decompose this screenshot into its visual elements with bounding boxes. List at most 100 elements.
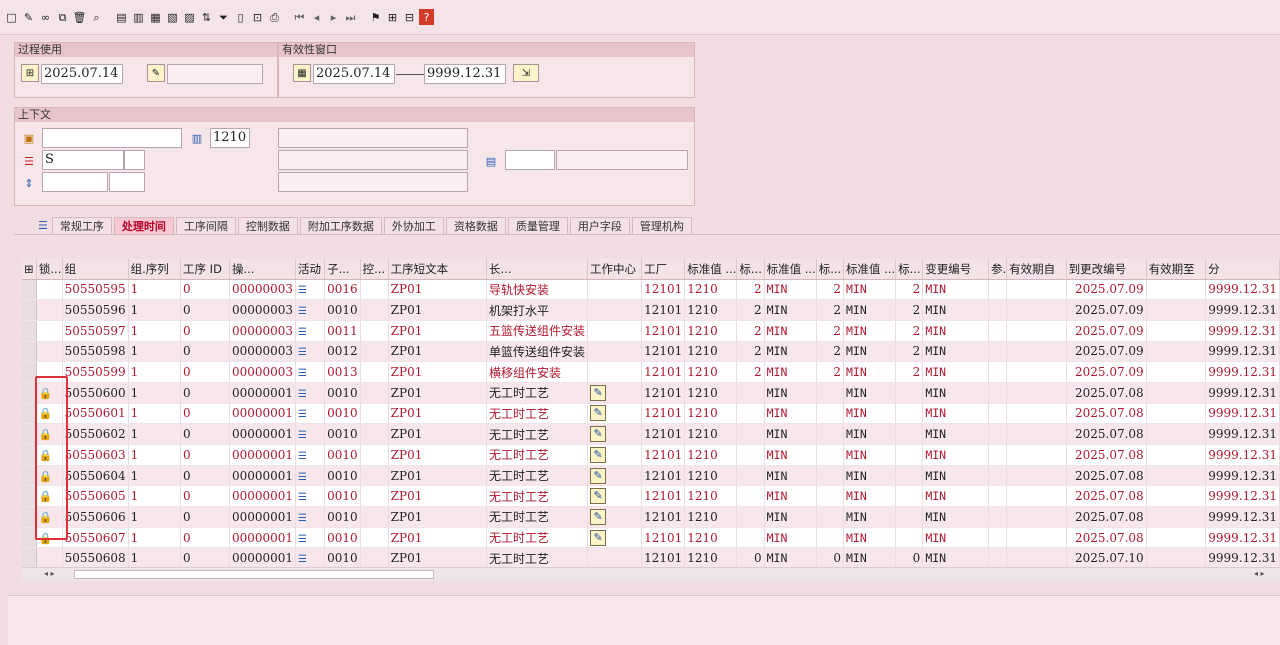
table-row[interactable]: 50550598 1 0 00000003 ☰ 0012 ZP01 单篮传送组件安装 12101…	[22, 341, 1280, 363]
tab-7[interactable]: 质量管理	[507, 217, 568, 235]
process-extra-field[interactable]	[167, 64, 263, 84]
table-row[interactable]: 🔒 50550605 1 0 00000001 ☰ 0010 ZP01 无工时工艺 ✎ 12101 1…	[22, 485, 1280, 508]
edit-long-text-icon[interactable]: ✎	[590, 426, 607, 443]
pick1-icon[interactable]: ▤	[114, 9, 129, 25]
pick3-icon[interactable]: ▦	[148, 9, 163, 25]
edit-long-text-icon[interactable]: ✎	[590, 488, 607, 505]
column-header-19[interactable]: 参.	[988, 259, 1008, 280]
edit-long-text-icon[interactable]: ✎	[590, 529, 607, 546]
tab-menu-icon[interactable]: ☰	[36, 217, 50, 235]
scroll-left-right-icon[interactable]: ◂ ▸	[44, 569, 55, 578]
table-row[interactable]: 50550599 1 0 00000003 ☰ 0013 ZP01 横移组件安装 12101 12…	[22, 361, 1280, 383]
row-selector[interactable]	[22, 279, 37, 301]
select-all-icon[interactable]: ⊞	[22, 259, 37, 280]
tab-8[interactable]: 用户字段	[569, 217, 630, 235]
long-text-cell[interactable]	[587, 547, 643, 570]
lock-cell[interactable]	[36, 279, 63, 301]
pick2-icon[interactable]: ▥	[131, 9, 146, 25]
edit-long-text-icon[interactable]: ✎	[590, 508, 607, 525]
new-document-icon[interactable]: □	[4, 9, 19, 25]
tab-4[interactable]: 附加工序数据	[299, 217, 382, 235]
print-icon[interactable]: ⎙	[267, 9, 282, 25]
copy-icon[interactable]: ⧉	[55, 9, 70, 25]
row-selector[interactable]	[22, 341, 37, 363]
table-row[interactable]: 🔒 50550601 1 0 00000001 ☰ 0010 ZP01 无工时工艺 ✎ 12101 1…	[22, 403, 1280, 425]
last-icon[interactable]: ⏭	[343, 9, 358, 25]
find-icon[interactable]: ⌕	[89, 9, 104, 25]
long-text-cell[interactable]	[587, 299, 643, 321]
delete-icon[interactable]: 🗑	[72, 9, 87, 25]
context-plant-field[interactable]: 1210	[210, 128, 250, 148]
edit-long-text-icon[interactable]: ✎	[590, 446, 607, 463]
long-text-cell[interactable]	[587, 320, 643, 342]
display-icon[interactable]: ⊟	[402, 9, 417, 25]
column-header-17[interactable]: 标...	[895, 259, 924, 280]
long-text-cell[interactable]	[587, 279, 643, 301]
column-header-13[interactable]: 标...	[736, 259, 765, 280]
context-list-field[interactable]	[505, 150, 555, 170]
hierarchy-icon[interactable]: ⊞	[21, 64, 39, 82]
table-row[interactable]: 50550595 1 0 00000003 ☰ 0016 ZP01 导轨快安装 12101 121…	[22, 279, 1280, 301]
tab-1[interactable]: 处理时间	[113, 217, 174, 235]
mass-change-icon[interactable]: ⚑	[368, 9, 383, 25]
column-header-22[interactable]: 有效期至	[1146, 259, 1207, 280]
column-header-20[interactable]: 有效期自	[1006, 259, 1067, 280]
process-date-field[interactable]: 2025.07.14	[41, 64, 123, 84]
prev-icon[interactable]: ◂	[309, 9, 324, 25]
tab-2[interactable]: 工序间隔	[175, 217, 236, 235]
sort-icon[interactable]: ⇅	[199, 9, 214, 25]
column-header-15[interactable]: 标...	[816, 259, 844, 280]
calendar-icon[interactable]: ▦	[293, 64, 311, 82]
filter-icon[interactable]: ⏷	[216, 9, 231, 25]
column-header-1[interactable]: 组	[62, 259, 129, 280]
pick5-icon[interactable]: ▨	[182, 9, 197, 25]
context-s-field[interactable]: S	[42, 150, 124, 170]
long-text-cell[interactable]: ✎	[587, 465, 643, 487]
table-row[interactable]: 🔒 50550602 1 0 00000001 ☰ 0010 ZP01 无工时工艺 ✎ 12101 1…	[22, 423, 1280, 445]
column-header-16[interactable]: 标准值 ...	[843, 259, 897, 280]
column-header-11[interactable]: 工厂	[641, 259, 686, 280]
next-icon[interactable]: ▸	[326, 9, 341, 25]
context-s-extra-field[interactable]	[124, 150, 145, 170]
context-step-extra-field[interactable]	[109, 172, 145, 192]
help-icon[interactable]: ?	[419, 9, 434, 25]
edit-long-text-icon[interactable]: ✎	[590, 384, 607, 401]
context-step-field[interactable]	[42, 172, 108, 192]
long-text-cell[interactable]: ✎	[587, 423, 643, 445]
horizontal-scrollbar[interactable]: ◂ ▸ ◂ ▸	[22, 567, 1280, 581]
validity-to-field[interactable]: 9999.12.31	[424, 64, 506, 84]
row-selector[interactable]	[22, 547, 37, 570]
tab-6[interactable]: 资格数据	[445, 217, 506, 235]
lock-cell[interactable]	[36, 299, 63, 321]
table-row[interactable]: 🔒 50550606 1 0 00000001 ☰ 0010 ZP01 无工时工艺 ✎ 12101 1…	[22, 506, 1280, 528]
long-text-cell[interactable]: ✎	[587, 444, 643, 466]
scroll-right-icon[interactable]: ◂ ▸	[1254, 569, 1265, 578]
column-header-10[interactable]: 工作中心	[587, 259, 643, 280]
column-header-3[interactable]: 工序 ID	[180, 259, 230, 280]
scroll-thumb[interactable]	[74, 570, 434, 579]
long-text-cell[interactable]: ✎	[587, 527, 643, 549]
long-text-cell[interactable]: ✎	[587, 382, 643, 404]
table-row[interactable]: 🔒 50550600 1 0 00000001 ☰ 0010 ZP01 无工时工艺 ✎ 12101 1…	[22, 382, 1280, 404]
context-material-field[interactable]	[42, 128, 182, 148]
column-header-23[interactable]: 分	[1205, 259, 1280, 280]
column-header-2[interactable]: 组.序列	[128, 259, 182, 280]
edit-pencil-icon[interactable]: ✎	[21, 9, 36, 25]
table-row[interactable]: 🔒 50550604 1 0 00000001 ☰ 0010 ZP01 无工时工艺 ✎ 12101 1…	[22, 465, 1280, 487]
table-row[interactable]: 🔒 50550603 1 0 00000001 ☰ 0010 ZP01 无工时工艺 ✎ 12101 1…	[22, 444, 1280, 466]
long-text-cell[interactable]	[587, 361, 643, 383]
tab-0[interactable]: 常规工序	[51, 217, 112, 235]
sel-icon[interactable]: ⊞	[385, 9, 400, 25]
column-header-18[interactable]: 变更编号	[922, 259, 990, 280]
columns-icon[interactable]: ▯	[233, 9, 248, 25]
table-row[interactable]: 50550597 1 0 00000003 ☰ 0011 ZP01 五篮传送组件安装 12101…	[22, 320, 1280, 342]
tab-9[interactable]: 管理机构	[631, 217, 692, 235]
long-text-cell[interactable]: ✎	[587, 403, 643, 425]
column-header-12[interactable]: 标准值 ...	[684, 259, 738, 280]
column-header-0[interactable]: 锁...	[36, 259, 63, 280]
long-text-cell[interactable]	[587, 341, 643, 363]
edit-long-text-icon[interactable]: ✎	[590, 467, 607, 484]
edit-date-icon[interactable]: ✎	[147, 64, 165, 82]
row-selector[interactable]	[22, 320, 37, 342]
column-header-9[interactable]: 长...	[486, 259, 589, 280]
